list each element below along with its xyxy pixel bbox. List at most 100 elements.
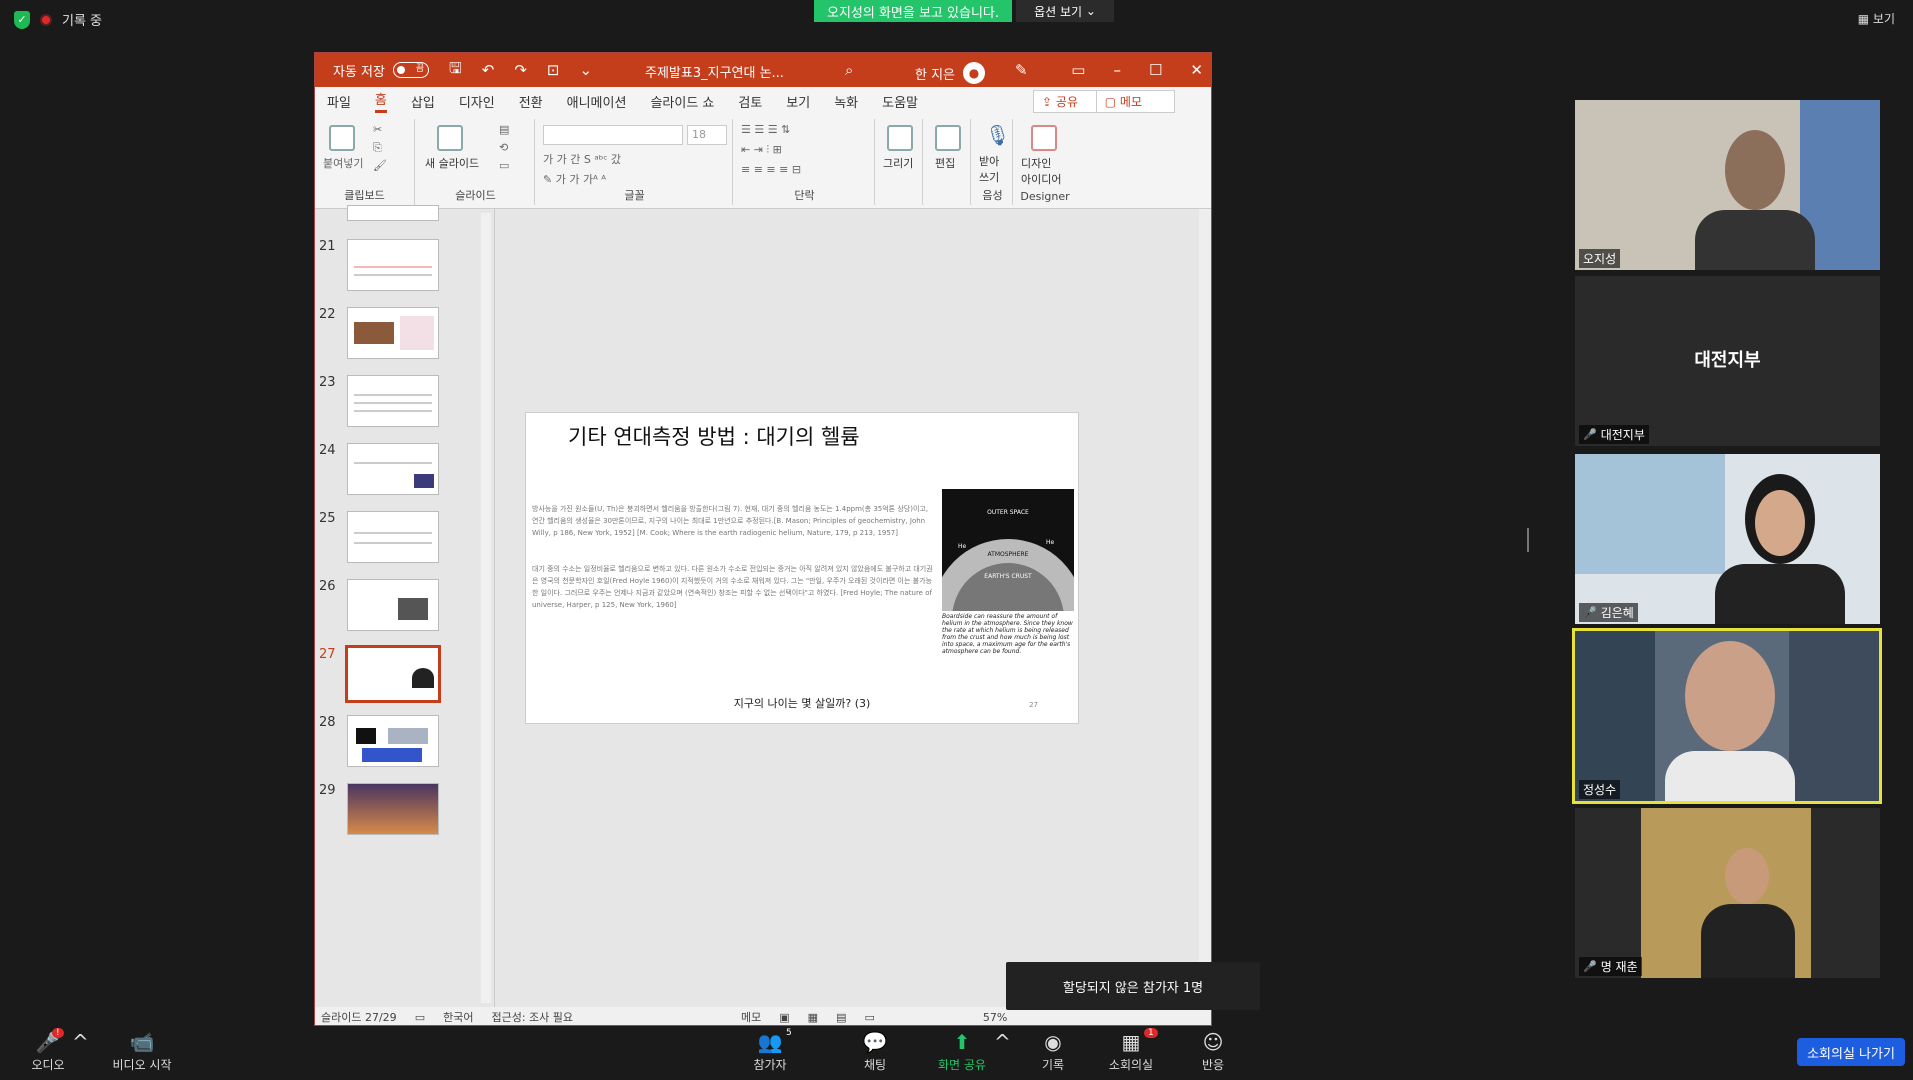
font-color-icon[interactable]: ✎ 가 가 가ᴬ ᴬ bbox=[543, 171, 606, 187]
participant-video-5[interactable]: 🎤 명 재춘 bbox=[1575, 808, 1880, 978]
video-label: 비디오 시작 bbox=[112, 1058, 172, 1072]
indent-icon[interactable]: ⇤ ⇥ ⫶ ⊞ bbox=[741, 143, 782, 157]
layout-icon[interactable]: ▤ bbox=[499, 123, 509, 136]
tab-help[interactable]: 도움말 bbox=[882, 92, 918, 111]
tab-home[interactable]: 홈 bbox=[374, 89, 387, 113]
slide-thumbnail-22[interactable] bbox=[347, 307, 439, 359]
slide-title[interactable]: 기타 연대측정 방법 : 대기의 헬륨 bbox=[568, 421, 860, 451]
participant-video-4[interactable]: 정성수 bbox=[1572, 628, 1882, 804]
save-icon[interactable]: 🖫 bbox=[449, 58, 462, 83]
present-icon[interactable]: ⊡ bbox=[547, 61, 560, 79]
bullets-icon[interactable]: ☰ ☰ ☰ ⇅ bbox=[741, 123, 790, 136]
paste-icon[interactable] bbox=[329, 125, 355, 151]
slide-thumbnail-21[interactable] bbox=[347, 239, 439, 291]
autosave-label: 자동 저장 bbox=[333, 64, 385, 80]
record-button[interactable]: ◉ 기록 bbox=[1038, 1028, 1068, 1073]
breakout-rooms-button[interactable]: ▦ 1 소회의실 bbox=[1106, 1028, 1158, 1073]
pen-icon[interactable]: ✎ bbox=[1015, 61, 1028, 79]
ribbon-display-icon[interactable]: ▭ bbox=[1071, 61, 1085, 79]
designer-icon[interactable] bbox=[1031, 125, 1057, 151]
edit-label[interactable]: 편집 bbox=[935, 155, 955, 171]
tab-design[interactable]: 디자인 bbox=[459, 92, 495, 111]
notes-button[interactable]: 메모 bbox=[741, 1009, 761, 1025]
slide-thumbnail-24[interactable] bbox=[347, 443, 439, 495]
language-label[interactable]: 한국어 bbox=[443, 1009, 473, 1025]
slide-thumbnail-26[interactable] bbox=[347, 579, 439, 631]
designer-idea-label[interactable]: 디자인 아이디어 bbox=[1021, 155, 1061, 187]
search-icon[interactable]: ⌕ bbox=[845, 61, 853, 79]
microphone-icon[interactable]: 🎙 bbox=[985, 123, 1010, 147]
minimize-icon[interactable]: – bbox=[1113, 61, 1121, 79]
align-icon[interactable]: ≡ ≡ ≡ ≡ ⊟ bbox=[741, 163, 801, 176]
slide-thumbnail-23[interactable] bbox=[347, 375, 439, 427]
format-painter-icon[interactable]: 🖌 bbox=[373, 159, 387, 172]
audio-options-chevron-icon[interactable]: ^ bbox=[72, 1028, 89, 1056]
tab-record[interactable]: 녹화 bbox=[834, 92, 858, 111]
draw-icon[interactable] bbox=[887, 125, 913, 151]
reset-icon[interactable]: ⟲ bbox=[499, 141, 508, 154]
tab-transitions[interactable]: 전환 bbox=[519, 92, 543, 111]
tab-review[interactable]: 검토 bbox=[738, 92, 762, 111]
font-name-box[interactable] bbox=[543, 125, 683, 145]
current-slide[interactable]: 기타 연대측정 방법 : 대기의 헬륨 방사능을 가진 원소들(U, Th)은 … bbox=[525, 412, 1079, 724]
shield-icon[interactable]: ✓ bbox=[14, 10, 30, 29]
font-size-box[interactable]: 18 bbox=[687, 125, 727, 145]
tab-insert[interactable]: 삽입 bbox=[411, 92, 435, 111]
leave-breakout-room-button[interactable]: 소회의실 나가기 bbox=[1797, 1038, 1905, 1066]
slide-thumbnail-20[interactable] bbox=[347, 205, 439, 221]
participant-video-3[interactable]: 🎤 김은혜 bbox=[1575, 454, 1880, 624]
tab-file[interactable]: 파일 bbox=[327, 92, 351, 111]
customize-icon[interactable]: ⌄ bbox=[580, 61, 593, 79]
section-icon[interactable]: ▭ bbox=[499, 159, 509, 172]
tab-slideshow[interactable]: 슬라이드 쇼 bbox=[650, 92, 714, 111]
tab-animations[interactable]: 애니메이션 bbox=[567, 92, 627, 111]
helium-figure[interactable]: OUTER SPACE ATMOSPHERE EARTH'S CRUST He … bbox=[942, 489, 1074, 611]
participants-button[interactable]: 👥 5 참가자 bbox=[750, 1028, 791, 1073]
maximize-icon[interactable]: ☐ bbox=[1149, 61, 1162, 79]
user-account[interactable]: 한 지은 ● bbox=[915, 62, 986, 84]
slideshow-view-icon[interactable]: ▭ bbox=[864, 1011, 874, 1024]
share-screen-button[interactable]: ⬆ 화면 공유 bbox=[934, 1028, 990, 1073]
slide-thumbnail-28[interactable] bbox=[347, 715, 439, 767]
cut-icon[interactable]: ✂ bbox=[373, 123, 382, 136]
participant-tile-2[interactable]: 대전지부 🎤 대전지부 bbox=[1575, 276, 1880, 446]
undo-icon[interactable]: ↶ bbox=[482, 61, 495, 79]
figure-caption: Boardside can reassure the amount of hel… bbox=[942, 613, 1073, 655]
slide-scrollbar[interactable] bbox=[1199, 209, 1211, 1007]
view-toggle-button[interactable]: ▦ 보기 bbox=[1858, 10, 1895, 27]
participant-video-1[interactable]: 오지성 bbox=[1575, 100, 1880, 270]
spellcheck-icon[interactable]: ▭ bbox=[415, 1011, 425, 1024]
audio-button[interactable]: 🎤 ! 오디오 bbox=[28, 1028, 68, 1073]
slide-thumbnail-29[interactable] bbox=[347, 783, 439, 835]
slide-thumbnail-27[interactable] bbox=[345, 645, 441, 703]
slide-thumbnail-25[interactable] bbox=[347, 511, 439, 563]
normal-view-icon[interactable]: ▣ bbox=[779, 1011, 789, 1024]
find-icon[interactable] bbox=[935, 125, 961, 151]
accessibility-status[interactable]: 접근성: 조사 필요 bbox=[491, 1009, 573, 1025]
memo-button[interactable]: ▢ 메모 bbox=[1095, 90, 1175, 113]
panel-resize-handle[interactable] bbox=[1527, 528, 1529, 552]
new-slide-label[interactable]: 새 슬라이드 bbox=[425, 155, 479, 171]
reactions-button[interactable]: ☺ 반응 bbox=[1198, 1028, 1228, 1073]
chat-button[interactable]: 💬 채팅 bbox=[860, 1028, 890, 1073]
reading-view-icon[interactable]: ▤ bbox=[836, 1011, 846, 1024]
share-options-chevron-icon[interactable]: ^ bbox=[994, 1028, 1011, 1056]
zoom-level[interactable]: 57% bbox=[983, 1011, 1007, 1024]
redo-icon[interactable]: ↷ bbox=[514, 61, 527, 79]
document-title[interactable]: 주제발표3_지구연대 논... bbox=[645, 62, 784, 81]
dictate-label[interactable]: 받아 쓰기 bbox=[979, 153, 999, 185]
tab-view[interactable]: 보기 bbox=[786, 92, 810, 111]
video-button[interactable]: 📹 비디오 시작 bbox=[104, 1028, 180, 1073]
slide-paragraph-2[interactable]: 대기 중의 수소는 일정비율로 헬리움으로 변하고 있다. 다른 원소가 수소로… bbox=[532, 563, 936, 611]
new-slide-icon[interactable] bbox=[437, 125, 463, 151]
close-icon[interactable]: ✕ bbox=[1190, 61, 1203, 79]
bold-icon[interactable]: 가 가 간 S ᵃᵇᶜ 갔 bbox=[543, 151, 621, 167]
view-options-button[interactable]: 옵션 보기 ⌄ bbox=[1016, 0, 1114, 22]
thumbnail-scrollbar[interactable] bbox=[481, 213, 491, 1003]
draw-label[interactable]: 그리기 bbox=[883, 155, 913, 171]
sorter-view-icon[interactable]: ▦ bbox=[808, 1011, 818, 1024]
slide-paragraph-1[interactable]: 방사능을 가진 원소들(U, Th)은 붕괴하면서 헬리움을 방출한다(그림 7… bbox=[532, 503, 936, 539]
slide-footer[interactable]: 지구의 나이는 몇 살일까? (3) bbox=[526, 695, 1078, 711]
copy-icon[interactable]: ⎘ bbox=[373, 141, 382, 155]
autosave-toggle[interactable]: 끔 bbox=[392, 62, 429, 78]
